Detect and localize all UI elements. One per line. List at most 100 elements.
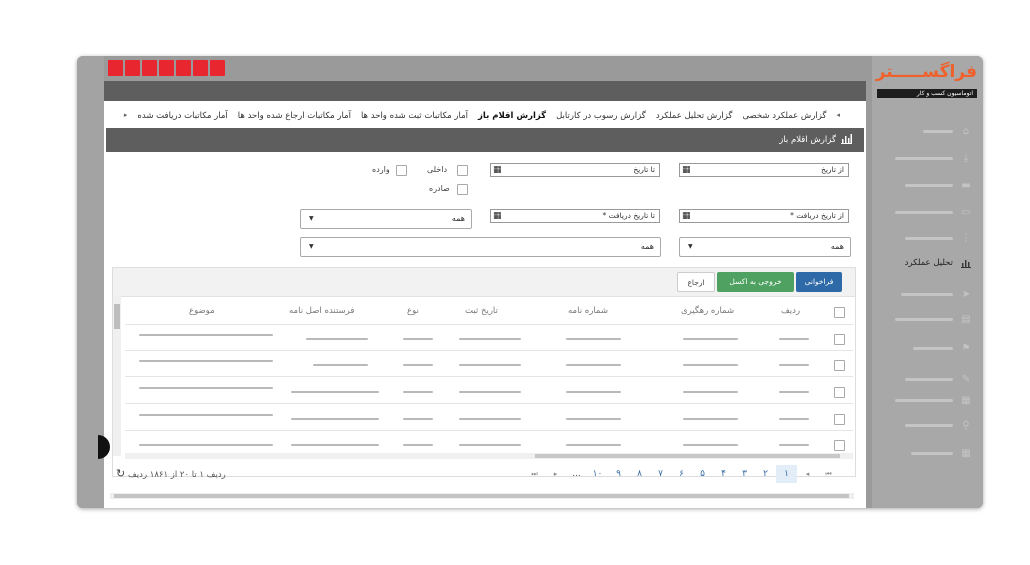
row-checkbox[interactable]	[834, 414, 845, 425]
col-type[interactable]: نوع	[407, 306, 419, 316]
page-3[interactable]: ۳	[734, 465, 755, 483]
to-date-field[interactable]: تا تاریخ ▦	[490, 163, 660, 177]
chevron-down-icon: ▼	[688, 243, 693, 250]
last-page-icon[interactable]: ⏭	[524, 465, 545, 483]
scroll-thumb[interactable]	[114, 304, 120, 329]
tab-personal-performance[interactable]: گزارش عملکرد شخصی	[742, 111, 826, 121]
next-page-icon[interactable]: ▸	[545, 465, 566, 483]
first-page-icon[interactable]: ⏮	[818, 465, 839, 483]
window-tab[interactable]	[176, 60, 191, 76]
cell-placeholder	[566, 418, 621, 420]
col-registration-date[interactable]: تاریخ ثبت	[465, 306, 498, 316]
page-2[interactable]: ۲	[755, 465, 776, 483]
col-letter-number[interactable]: شماره نامه	[568, 306, 608, 316]
col-tracking-number[interactable]: شماره رهگیری	[681, 306, 734, 316]
calendar-icon[interactable]: ▦	[493, 211, 502, 222]
page-5[interactable]: ۵	[692, 465, 713, 483]
export-excel-button[interactable]: خروجی به اکسل	[717, 272, 794, 292]
sidebar-item-flag[interactable]: ⚑	[913, 343, 971, 354]
sidebar-item-label: تحلیل عملکرد	[904, 258, 953, 268]
cell-placeholder	[291, 391, 379, 393]
tab-referred-stats[interactable]: آمار مکاتبات ارجاع شده واحد ها	[238, 111, 351, 121]
page-8[interactable]: ۸	[629, 465, 650, 483]
row-divider	[125, 403, 853, 404]
tab-open-items[interactable]: گزارش اقلام باز	[478, 111, 546, 121]
cell-placeholder	[779, 418, 809, 420]
search-icon: ⚲	[962, 419, 970, 431]
tab-cartable-sediment[interactable]: گزارش رسوب در کارتابل	[556, 111, 646, 121]
bar-chart-icon	[841, 133, 852, 147]
unit-select[interactable]: همه ▼	[679, 237, 851, 257]
calendar-icon[interactable]: ▦	[493, 165, 502, 176]
user-select[interactable]: همه ▼	[300, 237, 661, 257]
tab-received-stats[interactable]: آمار مکاتبات دریافت شده	[137, 111, 227, 121]
page-horizontal-scrollbar[interactable]	[110, 493, 854, 499]
sidebar-item-archive[interactable]: ▭	[895, 207, 971, 218]
sidebar-item-inbox[interactable]: ⤓	[895, 153, 971, 164]
row-checkbox[interactable]	[834, 440, 845, 451]
tab-registered-stats[interactable]: آمار مکاتبات ثبت شده واحد ها	[361, 111, 468, 121]
select-all-checkbox[interactable]	[834, 307, 845, 318]
sidebar-item-calendar[interactable]: ▦	[911, 448, 971, 459]
from-date-field[interactable]: از تاریخ ▦	[679, 163, 849, 177]
to-receive-date-field[interactable]: تا تاریخ دریافت * ▦	[490, 209, 660, 223]
status-select[interactable]: همه ▼	[300, 209, 472, 229]
tab-performance-analysis[interactable]: گزارش تحلیل عملکرد	[656, 111, 733, 121]
grid-horizontal-scrollbar[interactable]	[125, 453, 853, 459]
sidebar-item-folder[interactable]: ▬	[905, 180, 971, 191]
sidebar-item-performance[interactable]: تحلیل عملکرد	[905, 258, 971, 268]
sidebar-item-edit[interactable]: ✎	[905, 374, 971, 385]
page-4[interactable]: ۴	[713, 465, 734, 483]
sidebar-item-label	[895, 210, 953, 214]
calendar-icon[interactable]: ▦	[682, 211, 691, 222]
sidebar-item-table[interactable]: ▦	[895, 395, 971, 406]
page-10[interactable]: ۱۰	[587, 465, 608, 483]
brand-logo: فراگســـــتر	[875, 62, 977, 82]
sidebar-item-org[interactable]: ⋮	[905, 233, 971, 244]
outgoing-checkbox[interactable]	[457, 184, 468, 195]
sidebar-item-search[interactable]: ⚲	[905, 419, 971, 431]
panel-title: گزارش اقلام باز	[779, 135, 836, 145]
page-6[interactable]: ۶	[671, 465, 692, 483]
row-checkbox[interactable]	[834, 387, 845, 398]
fetch-button[interactable]: فراخوانی	[796, 272, 842, 292]
page-ellipsis: ...	[572, 469, 581, 479]
window-tab[interactable]	[125, 60, 140, 76]
incoming-checkbox[interactable]	[396, 165, 407, 176]
col-original-sender[interactable]: فرستنده اصل نامه	[289, 306, 354, 316]
prev-page-icon[interactable]: ◂	[797, 465, 818, 483]
refresh-icon[interactable]: ↻	[116, 467, 125, 480]
refer-button[interactable]: ارجاع	[677, 272, 715, 292]
row-checkbox[interactable]	[834, 334, 845, 345]
page-9[interactable]: ۹	[608, 465, 629, 483]
window-tab[interactable]	[108, 60, 123, 76]
cell-placeholder	[779, 338, 809, 340]
window-tab[interactable]	[193, 60, 208, 76]
sidebar-item-send[interactable]: ➤	[901, 289, 971, 300]
cell-placeholder	[403, 364, 433, 366]
panel-header: گزارش اقلام باز	[106, 128, 864, 152]
page-7[interactable]: ۷	[650, 465, 671, 483]
window-tab[interactable]	[142, 60, 157, 76]
col-subject[interactable]: موضوع	[189, 306, 215, 316]
sidebar-item-label	[901, 292, 953, 296]
from-receive-date-field[interactable]: از تاریخ دریافت * ▦	[679, 209, 849, 223]
calendar-icon[interactable]: ▦	[682, 165, 691, 176]
window-tab[interactable]	[159, 60, 174, 76]
scroll-thumb[interactable]	[114, 494, 849, 498]
cell-placeholder	[403, 338, 433, 340]
scroll-thumb[interactable]	[535, 454, 840, 458]
tabs-scroll-left-icon[interactable]: ▸	[124, 111, 128, 121]
cell-placeholder	[779, 444, 809, 446]
window-tab[interactable]	[210, 60, 225, 76]
page-1[interactable]: ۱	[776, 465, 797, 483]
internal-checkbox[interactable]	[457, 165, 468, 176]
sidebar-item-home[interactable]: ⌂	[923, 126, 971, 137]
row-checkbox[interactable]	[834, 360, 845, 371]
cell-placeholder	[403, 391, 433, 393]
sidebar-item-grid[interactable]: ▤	[895, 314, 971, 325]
tabs-scroll-right-icon[interactable]: ◂	[836, 111, 840, 121]
grid-vertical-scrollbar[interactable]	[113, 296, 121, 456]
col-row[interactable]: ردیف	[781, 306, 800, 316]
cell-placeholder	[683, 338, 738, 340]
